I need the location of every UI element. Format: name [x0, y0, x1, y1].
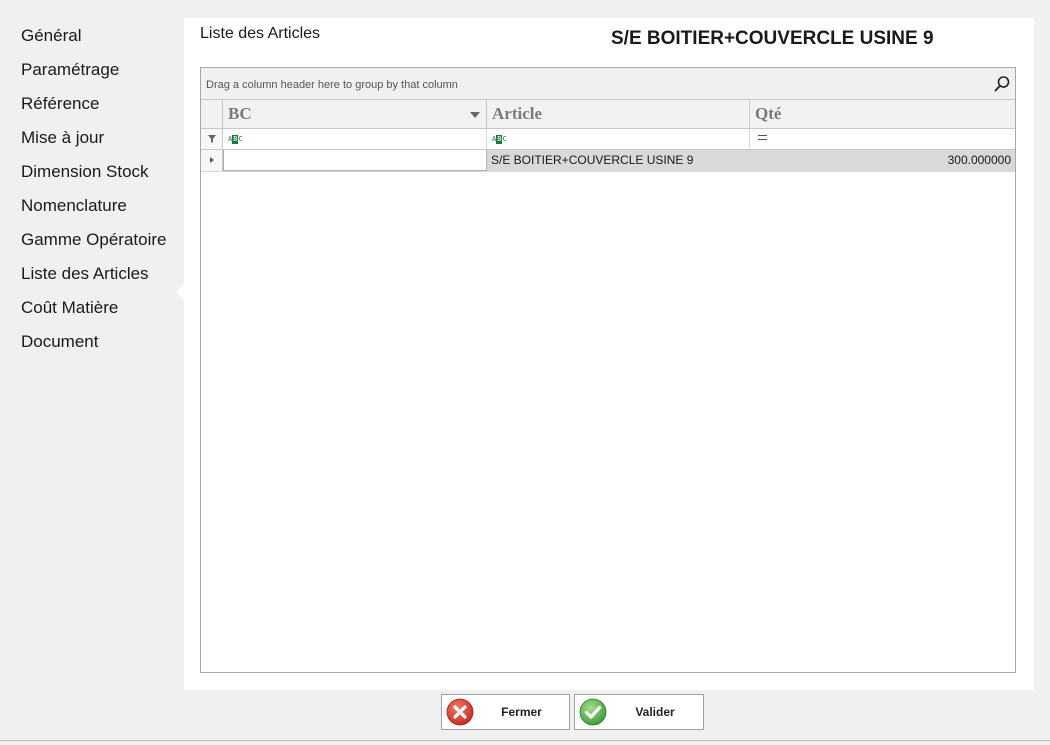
sidebar-item-mise-a-jour[interactable]: Mise à jour	[21, 124, 104, 152]
abc-text-filter-icon: ABC	[492, 135, 507, 144]
sidebar-item-gamme-operatoire[interactable]: Gamme Opératoire	[21, 226, 167, 254]
column-header-label: BC	[228, 104, 252, 123]
column-header-label: Qté	[755, 104, 782, 123]
check-icon	[579, 698, 607, 726]
close-icon	[446, 698, 474, 726]
sidebar-item-dimension-stock[interactable]: Dimension Stock	[21, 158, 149, 186]
sidebar-item-cout-matiere[interactable]: Coût Matière	[21, 294, 118, 322]
articles-grid: Drag a column header here to group by th…	[200, 67, 1016, 673]
section-title: Liste des Articles	[200, 25, 321, 42]
sidebar-item-general[interactable]: Général	[21, 22, 81, 50]
search-icon[interactable]	[993, 75, 1011, 93]
cell-article[interactable]: S/E BOITIER+COUVERCLE USINE 9	[487, 150, 750, 171]
auto-filter-row: ABC ABC	[201, 129, 1015, 150]
filter-icon	[208, 135, 216, 143]
bottom-divider	[0, 740, 1050, 741]
filter-cell-bc[interactable]: ABC	[223, 129, 487, 149]
row-pointer-icon	[210, 157, 214, 163]
group-by-hint: Drag a column header here to group by th…	[206, 79, 458, 91]
cell-qte[interactable]: 300.000000	[750, 150, 1015, 171]
sidebar-item-parametrage[interactable]: Paramétrage	[21, 56, 119, 84]
column-dropdown-icon[interactable]	[470, 112, 480, 118]
column-header-label: Article	[492, 104, 543, 123]
page-title: S/E BOITIER+COUVERCLE USINE 9	[611, 28, 934, 49]
close-button-label: Fermer	[501, 705, 542, 719]
filter-cell-article[interactable]: ABC	[487, 129, 750, 149]
sidebar-item-nomenclature[interactable]: Nomenclature	[21, 192, 127, 220]
validate-button[interactable]: Valider	[574, 694, 704, 730]
table-row[interactable]: S/E BOITIER+COUVERCLE USINE 9 300.000000	[201, 150, 1015, 172]
sidebar-item-liste-des-articles[interactable]: Liste des Articles	[21, 260, 149, 288]
column-header-article[interactable]: Article	[487, 100, 750, 128]
close-button[interactable]: Fermer	[441, 694, 570, 730]
sidebar-item-reference[interactable]: Référence	[21, 90, 99, 118]
column-headers: BC Article Qté	[201, 100, 1015, 129]
abc-text-filter-icon: ABC	[228, 135, 243, 144]
column-header-bc[interactable]: BC	[223, 100, 487, 128]
sidebar-nav: Général Paramétrage Référence Mise à jou…	[0, 18, 184, 690]
filter-cell-qte[interactable]	[750, 129, 1015, 149]
column-header-qte[interactable]: Qté	[750, 100, 1015, 128]
filter-row-indicator	[201, 129, 223, 149]
row-indicator[interactable]	[201, 150, 223, 171]
header-indicator-cell	[201, 100, 223, 128]
equals-filter-icon	[758, 135, 767, 140]
cell-bc[interactable]	[223, 150, 487, 171]
active-item-pointer	[176, 284, 184, 300]
group-by-panel[interactable]: Drag a column header here to group by th…	[201, 68, 1015, 100]
validate-button-label: Valider	[635, 705, 675, 719]
sidebar-item-document[interactable]: Document	[21, 328, 98, 356]
main-panel: Liste des Articles S/E BOITIER+COUVERCLE…	[184, 18, 1034, 690]
